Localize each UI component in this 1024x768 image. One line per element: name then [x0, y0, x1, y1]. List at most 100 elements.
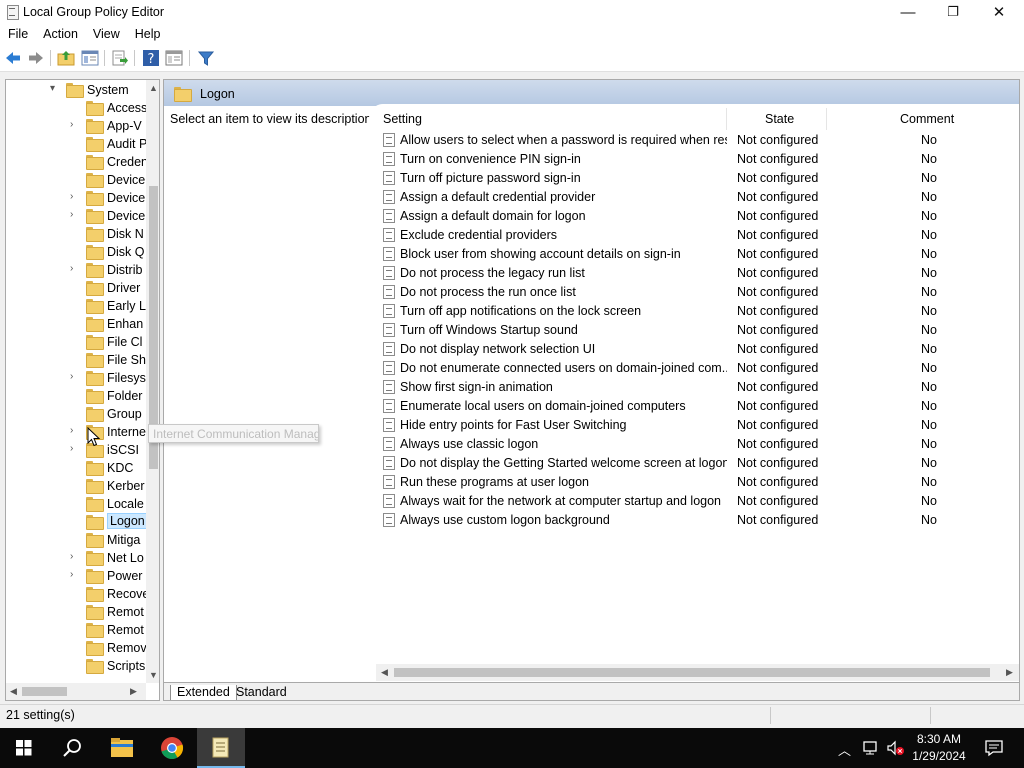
table-row[interactable]: Always use classic logon Not configured No	[369, 435, 1009, 454]
tree-item[interactable]: › Device	[6, 207, 146, 225]
tree-item[interactable]: Remot	[6, 603, 146, 621]
up-folder-icon[interactable]	[57, 49, 75, 67]
tree-item[interactable]: Mitiga	[6, 531, 146, 549]
table-row[interactable]: Turn on convenience PIN sign-in Not confi…	[369, 150, 1009, 169]
network-icon[interactable]	[862, 740, 880, 756]
expand-arrow-icon[interactable]: ›	[70, 264, 78, 274]
system-clock[interactable]: 8:30 AM 1/29/2024	[904, 731, 974, 765]
table-row[interactable]: Do not process the run once list Not conf…	[369, 283, 1009, 302]
tree-item[interactable]: Audit P	[6, 135, 147, 153]
table-row[interactable]: Run these programs at user logon Not conf…	[369, 473, 1009, 492]
column-header-state[interactable]: State	[765, 112, 794, 126]
file-explorer-icon[interactable]	[98, 728, 146, 768]
table-row[interactable]: Assign a default credential provider Not …	[369, 188, 1009, 207]
properties-icon[interactable]	[165, 49, 183, 67]
chevron-up-icon[interactable]: ︿	[838, 740, 851, 759]
filter-icon[interactable]	[197, 49, 215, 67]
tree-item[interactable]: Locale	[6, 495, 146, 513]
group-policy-editor-icon[interactable]	[197, 728, 245, 768]
list-horizontal-scrollbar[interactable]: ◀ ▶	[376, 664, 1019, 681]
menu-file[interactable]: File	[0, 27, 35, 41]
table-row[interactable]: Exclude credential providers Not configur…	[369, 226, 1009, 245]
tree-item[interactable]: Disk N	[6, 225, 146, 243]
list-hscroll-thumb[interactable]	[394, 668, 990, 677]
minimize-button[interactable]: —	[885, 0, 931, 24]
tree-item[interactable]: Early L	[6, 297, 146, 315]
table-row[interactable]: Do not process the legacy run list Not co…	[369, 264, 1009, 283]
settings-list[interactable]: Setting State Comment Allow users to sel…	[369, 104, 1019, 664]
chrome-icon[interactable]	[148, 728, 196, 768]
table-row[interactable]: Do not display the Getting Started welco…	[369, 454, 1009, 473]
close-button[interactable]: ✕	[976, 0, 1022, 24]
tree-item[interactable]: ▾ System	[6, 81, 146, 99]
column-header-comment[interactable]: Comment	[900, 112, 954, 126]
expand-arrow-icon[interactable]: ›	[70, 120, 78, 130]
menu-action[interactable]: Action	[35, 27, 85, 41]
search-icon[interactable]	[48, 728, 96, 768]
expand-arrow-icon[interactable]: ›	[70, 372, 78, 382]
export-list-icon[interactable]	[111, 49, 129, 67]
windows-start-icon[interactable]	[0, 728, 48, 768]
tree-vertical-scrollbar[interactable]: ▲ ▼	[146, 80, 159, 683]
tree-item[interactable]: › Power	[6, 567, 146, 585]
scroll-right-icon[interactable]: ▶	[1006, 667, 1013, 678]
tree-item[interactable]: › Filesys	[6, 369, 146, 387]
expand-arrow-icon[interactable]: ›	[70, 444, 78, 454]
tree-item[interactable]: Creden	[6, 153, 148, 171]
expand-arrow-icon[interactable]: ›	[70, 552, 78, 562]
tree-item[interactable]: Kerber	[6, 477, 146, 495]
table-row[interactable]: Turn off Windows Startup sound Not config…	[369, 321, 1009, 340]
tree-item[interactable]: › Device	[6, 189, 146, 207]
table-row[interactable]: Turn off picture password sign-in Not con…	[369, 169, 1009, 188]
table-row[interactable]: Do not enumerate connected users on doma…	[369, 359, 1009, 378]
tab-standard[interactable]: Standard	[230, 685, 293, 700]
table-row[interactable]: Always wait for the network at computer …	[369, 492, 1009, 511]
tree-item[interactable]: › Distrib	[6, 261, 146, 279]
table-row[interactable]: Show first sign-in animation Not configur…	[369, 378, 1009, 397]
expand-arrow-icon[interactable]: ▾	[50, 84, 58, 94]
menu-help[interactable]: Help	[127, 27, 168, 41]
table-row[interactable]: Assign a default domain for logon Not con…	[369, 207, 1009, 226]
scroll-right-icon[interactable]: ▶	[130, 686, 137, 697]
tree-item[interactable]: KDC	[6, 459, 146, 477]
table-row[interactable]: Turn off app notifications on the lock s…	[369, 302, 1009, 321]
table-row[interactable]: Always use custom logon background Not co…	[369, 511, 1009, 530]
tab-extended[interactable]: Extended	[170, 685, 237, 700]
tree-item[interactable]: Remot	[6, 621, 146, 639]
tree-item[interactable]: › iSCSI	[6, 441, 146, 459]
table-row[interactable]: Enumerate local users on domain-joined c…	[369, 397, 1009, 416]
tree-item[interactable]: Logon	[6, 513, 148, 531]
help-icon[interactable]: ?	[142, 49, 160, 67]
scroll-down-icon[interactable]: ▼	[149, 670, 158, 680]
console-tree[interactable]: ▾ System Access › App-V Audit P Creden Device › D…	[5, 79, 160, 701]
table-row[interactable]: Do not display network selection UI Not c…	[369, 340, 1009, 359]
menu-view[interactable]: View	[85, 27, 127, 41]
scroll-up-icon[interactable]: ▲	[149, 83, 158, 93]
scroll-left-icon[interactable]: ◀	[10, 686, 17, 697]
expand-arrow-icon[interactable]: ›	[70, 426, 78, 436]
tree-item[interactable]: Driver	[6, 279, 146, 297]
show-hide-tree-icon[interactable]	[81, 49, 99, 67]
forward-arrow-icon[interactable]	[27, 49, 45, 67]
tree-item[interactable]: › Net Lo	[6, 549, 146, 567]
expand-arrow-icon[interactable]: ›	[70, 570, 78, 580]
tree-item[interactable]: Group	[6, 405, 146, 423]
tree-horizontal-scrollbar[interactable]: ◀ ▶	[6, 683, 146, 700]
tree-item[interactable]: Scripts	[6, 657, 146, 675]
tree-item[interactable]: › App-V	[6, 117, 146, 135]
tree-item[interactable]: Remov	[6, 639, 147, 657]
tree-item[interactable]: Access	[6, 99, 147, 117]
notifications-icon[interactable]	[984, 739, 1004, 757]
tree-item[interactable]: Enhan	[6, 315, 146, 333]
tree-hscroll-thumb[interactable]	[22, 687, 67, 696]
tree-item[interactable]: Disk Q	[6, 243, 146, 261]
scroll-left-icon[interactable]: ◀	[381, 667, 388, 678]
column-header-setting[interactable]: Setting	[383, 112, 422, 126]
table-row[interactable]: Block user from showing account details …	[369, 245, 1009, 264]
tree-item[interactable]: Recove	[6, 585, 149, 603]
volume-muted-icon[interactable]	[886, 740, 906, 756]
tree-item[interactable]: Folder	[6, 387, 146, 405]
table-row[interactable]: Hide entry points for Fast User Switchin…	[369, 416, 1009, 435]
expand-arrow-icon[interactable]: ›	[70, 210, 78, 220]
tree-item[interactable]: › Interne	[6, 423, 146, 441]
